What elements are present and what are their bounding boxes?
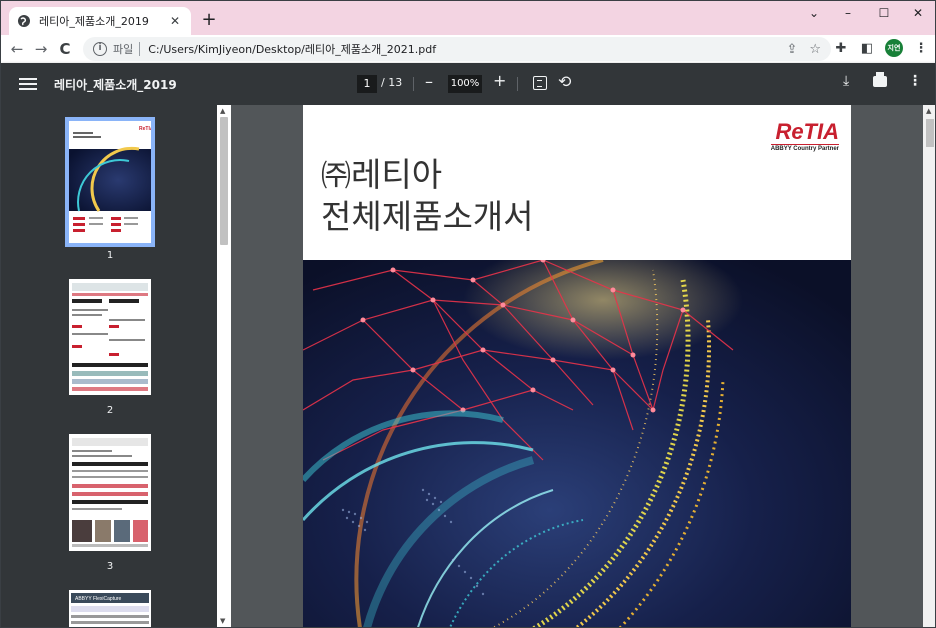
- thumbnail-label-2: 2: [106, 405, 114, 416]
- heading-line-1: ㈜레티아: [321, 155, 534, 197]
- tab-title: 레티아_제품소개_2019: [39, 15, 149, 28]
- tab-close-icon[interactable]: ✕: [167, 14, 183, 28]
- document-scrollbar[interactable]: ▲: [923, 105, 935, 627]
- bookmark-star-icon[interactable]: ☆: [809, 42, 821, 57]
- document-scroll-thumb[interactable]: [926, 119, 934, 147]
- tab-search-button[interactable]: ⌄: [797, 1, 831, 27]
- thumbnail-4-image: ABBYY FlexiCapture: [69, 590, 151, 627]
- heading-line-2: 전체제품소개서: [321, 197, 534, 236]
- partner-text: ABBYY Country Partner: [770, 146, 839, 152]
- thumbnail-page-3[interactable]: [69, 434, 151, 551]
- document-title: 레티아_제품소개_2019: [54, 78, 177, 92]
- document-viewport[interactable]: ReTIA ABBYY Country Partner ㈜레티아 전체제품소개서: [231, 105, 923, 627]
- thumbnail-1-image: ReTIA: [69, 121, 154, 243]
- scheme-label: 파일: [113, 43, 134, 56]
- thumbnail-page-4[interactable]: ABBYY FlexiCapture: [69, 590, 151, 627]
- zoom-out-button[interactable]: –: [425, 72, 433, 91]
- tab-strip: 레티아_제품소개_2019 ✕ + ⌄ – ☐ ✕: [1, 1, 935, 35]
- maximize-button[interactable]: ☐: [867, 1, 901, 27]
- globe-icon: [18, 15, 30, 27]
- thumbnail-label-1: 1: [106, 250, 114, 261]
- forward-button[interactable]: →: [29, 37, 53, 61]
- print-icon[interactable]: [873, 72, 887, 87]
- zoom-level-input[interactable]: 100%: [448, 75, 482, 93]
- reload-button[interactable]: C: [53, 37, 77, 61]
- thumbnail-4-caption: ABBYY FlexiCapture: [75, 596, 122, 602]
- tab-active[interactable]: 레티아_제품소개_2019 ✕: [9, 7, 191, 35]
- pdf-page-1: ReTIA ABBYY Country Partner ㈜레티아 전체제품소개서: [303, 105, 851, 627]
- sidebar-scroll-thumb[interactable]: [220, 117, 228, 245]
- page-number-input[interactable]: 1: [357, 75, 377, 93]
- fit-to-page-icon[interactable]: [533, 76, 547, 90]
- download-icon[interactable]: ⤓: [843, 73, 849, 89]
- browser-toolbar: ← → C i 파일 C:/Users/KimJiyeon/Desktop/레티…: [1, 35, 935, 63]
- rotate-icon[interactable]: ⟲: [558, 72, 571, 91]
- scroll-down-arrow-icon[interactable]: ▼: [220, 617, 225, 625]
- scroll-up-arrow-icon[interactable]: ▲: [220, 107, 225, 115]
- side-panel-icon[interactable]: ◧: [859, 41, 875, 56]
- share-icon[interactable]: ⇪: [786, 42, 797, 57]
- thumbnail-2-image: [69, 279, 151, 395]
- page-heading: ㈜레티아 전체제품소개서: [321, 155, 534, 237]
- site-info-icon[interactable]: i: [93, 42, 107, 56]
- toolbar-divider: [517, 77, 518, 91]
- more-actions-icon[interactable]: ⋮: [908, 73, 922, 89]
- thumbnail-page-1[interactable]: ReTIA: [65, 117, 155, 247]
- back-button[interactable]: ←: [5, 37, 29, 61]
- doc-scroll-up-arrow-icon[interactable]: ▲: [926, 107, 931, 115]
- heading-company: 레티아: [351, 155, 443, 194]
- omnibox-divider: [139, 42, 141, 56]
- thumbnail-label-3: 3: [106, 561, 114, 572]
- page-total: / 13: [381, 76, 403, 89]
- toolbar-right: ✚ ◧ 지연 ⋮: [833, 39, 929, 57]
- address-bar[interactable]: i 파일 C:/Users/KimJiyeon/Desktop/레티아_제품소개…: [83, 37, 831, 61]
- omnibox-actions: ⇪ ☆: [786, 42, 821, 57]
- toolbar-divider: [413, 77, 414, 91]
- corp-mark: ㈜: [321, 159, 351, 194]
- browser-window: 레티아_제품소개_2019 ✕ + ⌄ – ☐ ✕ ← → C i 파일 C:/…: [0, 0, 936, 628]
- thumbnail-page-2[interactable]: [69, 279, 151, 395]
- sidebar-scrollbar[interactable]: ▲ ▼: [217, 105, 231, 627]
- cover-artwork-image: [303, 260, 851, 627]
- hamburger-menu-icon[interactable]: [19, 75, 37, 91]
- thumbnail-3-image: [69, 434, 151, 551]
- url-text[interactable]: C:/Users/KimJiyeon/Desktop/레티아_제품소개_2021…: [148, 41, 786, 57]
- profile-avatar[interactable]: 지연: [885, 39, 903, 57]
- close-window-button[interactable]: ✕: [901, 1, 935, 27]
- pdf-toolbar: 레티아_제품소개_2019 1 / 13 – 100% + ⟲ ⤓ ⋮: [1, 63, 935, 105]
- retia-logo: ReTIA ABBYY Country Partner: [770, 119, 839, 152]
- zoom-in-button[interactable]: +: [493, 71, 506, 90]
- svg-text:ReTIA: ReTIA: [139, 126, 151, 132]
- thumbnail-sidebar: ReTIA: [1, 105, 231, 627]
- browser-menu-icon[interactable]: ⋮: [913, 41, 929, 56]
- new-tab-button[interactable]: +: [199, 10, 219, 30]
- minimize-button[interactable]: –: [831, 1, 865, 27]
- extensions-icon[interactable]: ✚: [833, 41, 849, 56]
- logo-underline: [770, 144, 839, 145]
- logo-text: ReTIA: [775, 119, 839, 144]
